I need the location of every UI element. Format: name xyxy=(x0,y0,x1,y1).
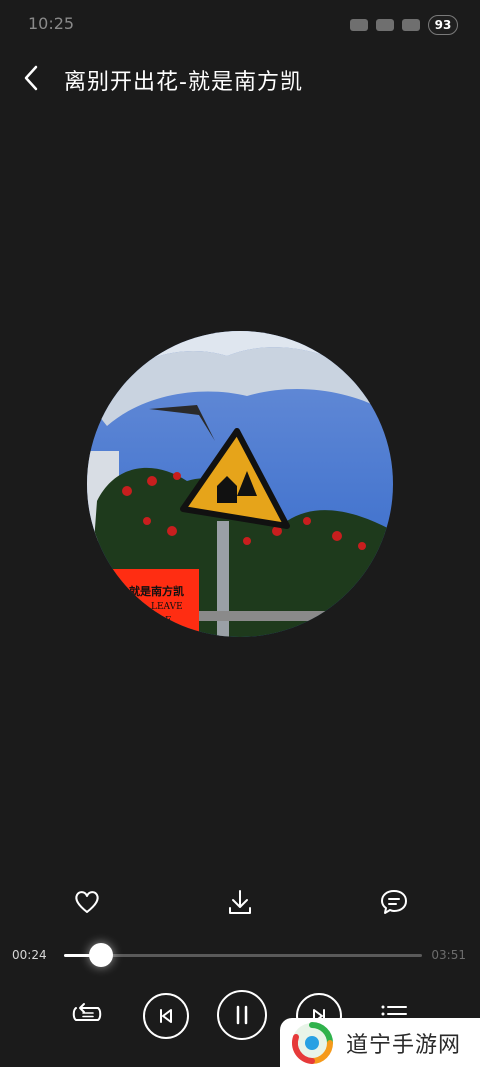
status-bar: 10:25 93 xyxy=(0,0,480,48)
progress-track[interactable] xyxy=(64,943,422,967)
repeat-list-icon xyxy=(72,1003,102,1021)
signal-icon xyxy=(350,19,368,31)
battery-indicator: 93 xyxy=(428,15,458,35)
status-icons: 93 xyxy=(350,15,458,35)
pause-icon xyxy=(236,1005,248,1025)
watermark-text: 道宁手游网 xyxy=(346,1032,462,1058)
status-time: 10:25 xyxy=(28,14,75,33)
watermark: 道宁手游网 xyxy=(280,1018,480,1067)
play-pause-button[interactable] xyxy=(217,990,267,1040)
download-button[interactable] xyxy=(220,882,260,922)
heart-icon xyxy=(75,891,99,913)
progress-thumb[interactable] xyxy=(89,943,114,967)
download-icon xyxy=(229,890,251,914)
action-row xyxy=(0,882,480,926)
album-cover: 就是南方凯 LEAVE E xyxy=(87,331,393,637)
progress-row: 00:24 03:51 xyxy=(0,938,480,972)
network-icon xyxy=(402,19,420,31)
watermark-logo xyxy=(291,1021,333,1064)
song-title: 离别开出花-就是南方凯 xyxy=(64,70,303,95)
header: 离别开出花-就是南方凯 xyxy=(0,58,480,98)
comment-icon xyxy=(381,890,407,914)
chevron-left-icon xyxy=(24,65,38,91)
cover-text-line1: 就是南方凯 xyxy=(129,584,184,598)
previous-icon xyxy=(160,1009,172,1023)
back-button[interactable] xyxy=(16,60,46,96)
current-time: 00:24 xyxy=(12,948,47,962)
loop-mode-button[interactable] xyxy=(65,994,109,1034)
album-art-image: 就是南方凯 LEAVE E xyxy=(87,331,393,637)
cover-text-line3: E xyxy=(165,616,172,626)
total-time: 03:51 xyxy=(431,948,466,962)
comment-button[interactable] xyxy=(374,882,414,922)
wifi-icon xyxy=(376,19,394,31)
like-button[interactable] xyxy=(67,882,107,922)
cover-text-line2: LEAVE xyxy=(151,602,183,612)
previous-button[interactable] xyxy=(143,993,189,1039)
